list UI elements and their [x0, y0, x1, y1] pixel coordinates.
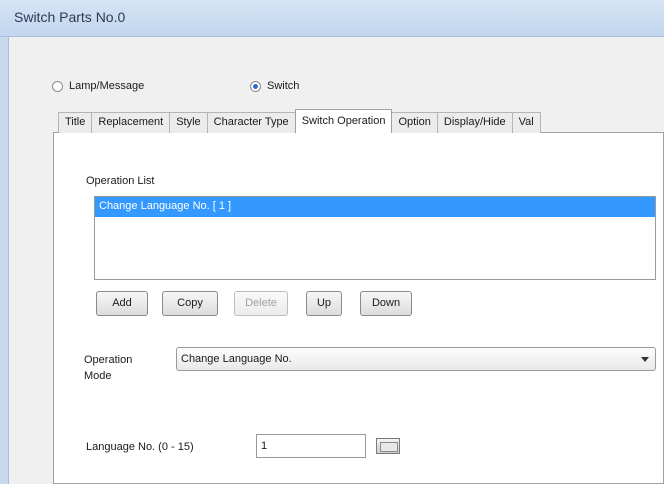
chevron-down-icon: [641, 357, 649, 362]
tab-option[interactable]: Option: [391, 112, 438, 133]
operation-mode-select[interactable]: Change Language No.: [176, 347, 656, 371]
operation-list-label: Operation List: [86, 175, 155, 187]
keypad-icon[interactable]: [376, 438, 400, 454]
operation-mode-value: Change Language No.: [181, 353, 292, 365]
operation-mode-label: Operation Mode: [84, 352, 132, 384]
down-button[interactable]: Down: [360, 291, 412, 316]
up-button[interactable]: Up: [306, 291, 342, 316]
language-number-label: Language No. (0 - 15): [86, 441, 194, 453]
radio-button-icon: [52, 80, 63, 92]
radio-lamp-message[interactable]: Lamp/Message: [52, 80, 144, 92]
operation-list[interactable]: Change Language No. [ 1 ]: [94, 196, 656, 280]
tab-strip: Title Replacement Style Character Type S…: [58, 109, 664, 133]
operation-mode-label-line1: Operation: [84, 354, 133, 366]
window-frame-left: [0, 37, 9, 484]
title-bar[interactable]: Switch Parts No.0: [0, 0, 664, 37]
radio-label: Switch: [267, 80, 300, 92]
tab-val[interactable]: Val: [511, 112, 541, 133]
language-number-input[interactable]: 1: [256, 434, 366, 458]
tab-switch-operation[interactable]: Switch Operation: [294, 109, 393, 133]
tab-style[interactable]: Style: [169, 112, 208, 133]
tab-replacement[interactable]: Replacement: [91, 112, 171, 133]
tab-character-type[interactable]: Character Type: [206, 112, 296, 133]
add-button[interactable]: Add: [96, 291, 148, 316]
list-item-selected[interactable]: Change Language No. [ 1 ]: [95, 197, 655, 217]
radio-button-selected-icon: [250, 80, 261, 92]
radio-label: Lamp/Message: [69, 80, 145, 92]
operation-mode-label-line2: Mode: [84, 370, 112, 382]
tab-display-hide[interactable]: Display/Hide: [436, 112, 513, 133]
copy-button[interactable]: Copy: [162, 291, 218, 316]
window-title: Switch Parts No.0: [14, 9, 126, 25]
tab-title[interactable]: Title: [58, 112, 93, 133]
dialog-window: Switch Parts No.0 Lamp/Message Switch Ti…: [0, 0, 664, 484]
delete-button[interactable]: Delete: [234, 291, 288, 316]
radio-switch[interactable]: Switch: [250, 80, 299, 92]
